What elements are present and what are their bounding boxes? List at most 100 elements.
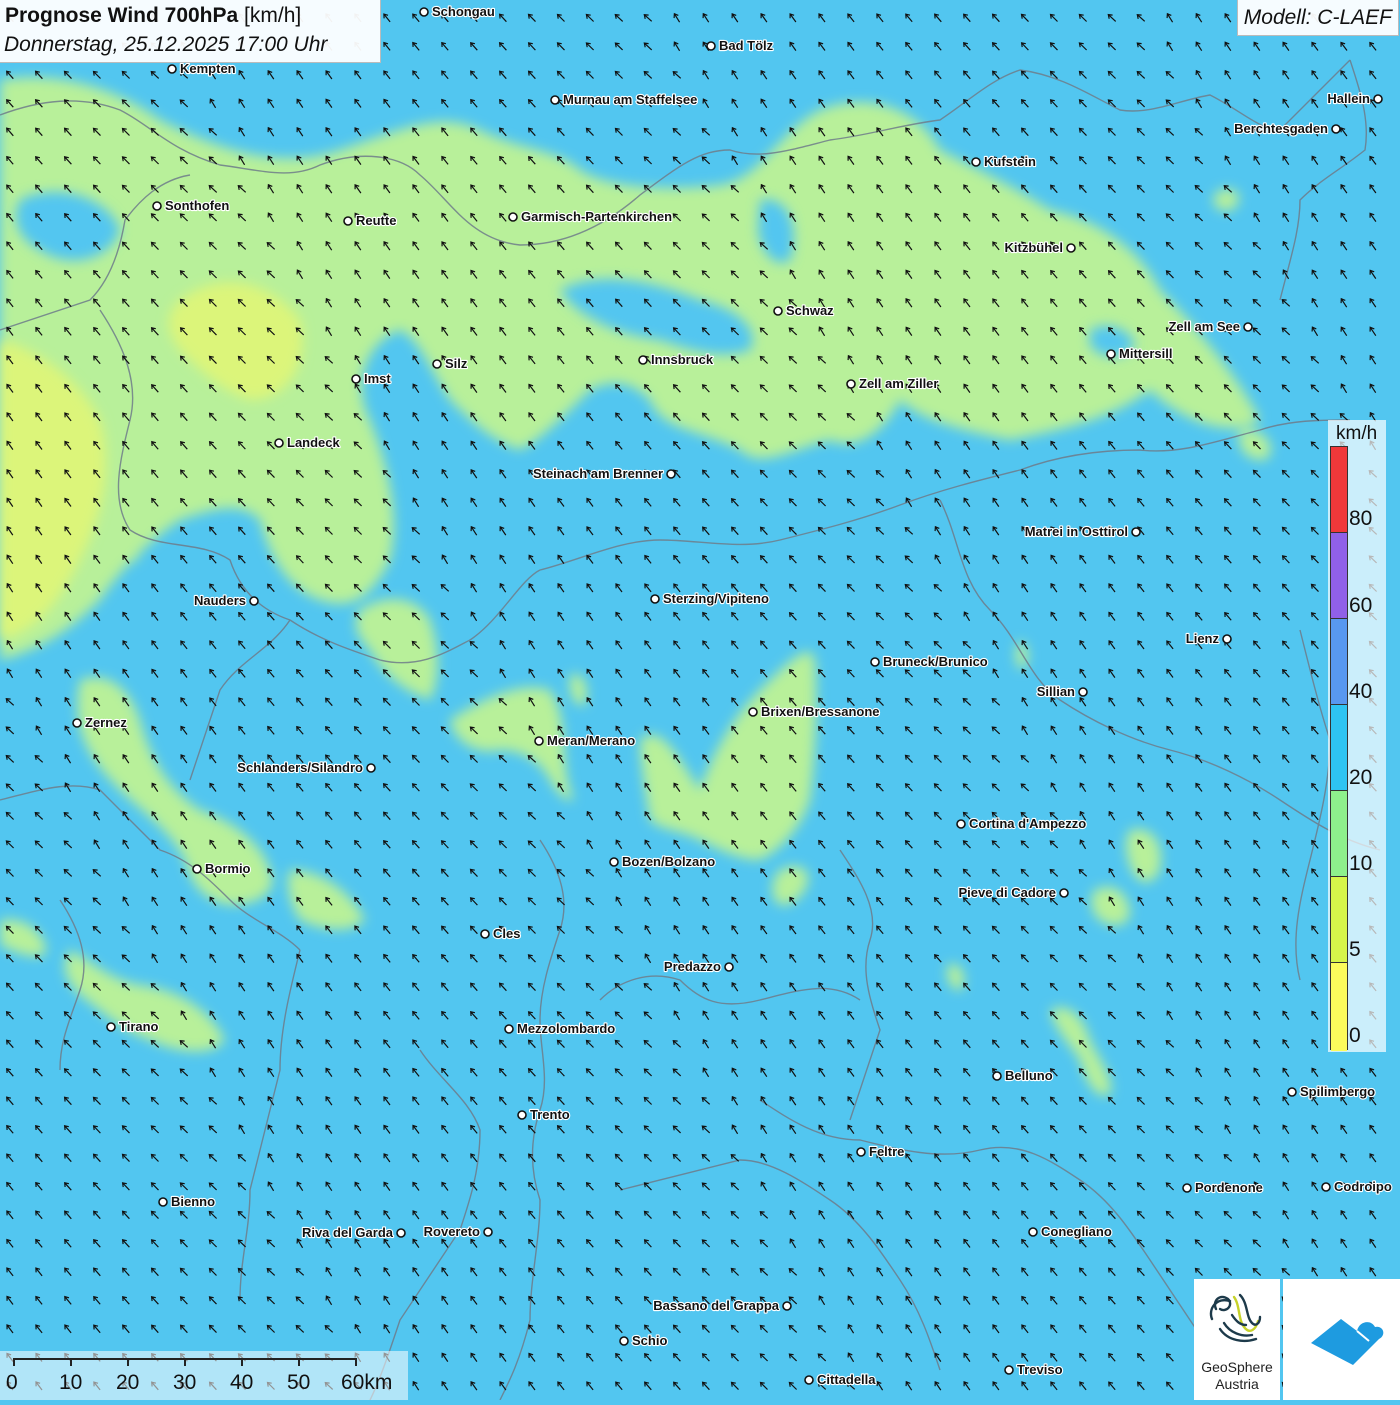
city-name: Cittadella (817, 1372, 876, 1387)
legend-tick-label: 40 (1349, 680, 1373, 703)
city-marker[interactable]: Meran/Merano (534, 732, 636, 749)
city-dot (956, 819, 966, 829)
geosphere-logo[interactable]: GeoSphere Austria (1194, 1279, 1280, 1400)
city-name: Codroipo (1334, 1179, 1392, 1194)
city-dot (351, 374, 361, 384)
city-dot (1004, 1365, 1014, 1375)
city-marker[interactable]: Matrei in Osttirol (1024, 523, 1141, 540)
city-marker[interactable]: Zell am See (1167, 318, 1253, 335)
city-name: Sonthofen (165, 198, 229, 213)
city-dot (638, 355, 648, 365)
legend-swatch (1331, 791, 1347, 877)
city-dot (773, 306, 783, 316)
city-dot (366, 763, 376, 773)
geosphere-text-2: Austria (1215, 1376, 1259, 1392)
city-marker[interactable]: Pieve di Cadore (957, 884, 1069, 901)
legend-swatch (1331, 705, 1347, 791)
city-marker[interactable]: Mezzolombardo (504, 1020, 616, 1037)
city-dot (804, 1375, 814, 1385)
city-dot (72, 718, 82, 728)
city-dot (650, 594, 660, 604)
city-dot (152, 201, 162, 211)
city-marker[interactable]: Schlanders/Silandro (236, 759, 376, 776)
city-dot (517, 1110, 527, 1120)
city-name: Belluno (1005, 1068, 1053, 1083)
city-marker[interactable]: Innsbruck (638, 351, 715, 368)
city-name: Innsbruck (651, 352, 714, 367)
city-dot (856, 1147, 866, 1157)
legend-swatch (1331, 533, 1347, 619)
city-marker[interactable]: Berchtesgaden (1233, 120, 1341, 137)
city-marker[interactable]: Bozen/Bolzano (609, 853, 716, 870)
city-dot (534, 736, 544, 746)
city-marker[interactable]: Murnau am Staffelsee (550, 91, 698, 108)
legend-color-bar (1330, 446, 1348, 1051)
wind-map[interactable]: Schongau Bad Tölz Kempten Murnau am Staffel… (0, 0, 1400, 1400)
city-dot (419, 7, 429, 17)
scale-label: 40 (230, 1371, 254, 1394)
scale-label: 50 (287, 1371, 311, 1394)
city-name: Meran/Merano (547, 733, 635, 748)
city-dot (1028, 1227, 1038, 1237)
city-dot (1321, 1182, 1331, 1192)
city-dot (1222, 634, 1232, 644)
city-dot (249, 596, 259, 606)
city-name: Bozen/Bolzano (622, 854, 715, 869)
city-name: Schongau (432, 4, 495, 19)
city-marker[interactable]: Conegliano (1028, 1223, 1113, 1240)
city-dot (1287, 1087, 1297, 1097)
city-marker[interactable]: Riva del Garda (301, 1224, 406, 1241)
city-dot (167, 64, 177, 74)
city-marker[interactable]: Spilimbergo (1287, 1083, 1376, 1100)
city-marker[interactable]: Garmisch-Partenkirchen (508, 208, 673, 225)
scale-tick (355, 1358, 357, 1366)
city-dot (432, 359, 442, 369)
city-name: Kitzbühel (1005, 240, 1064, 255)
geosphere-emblem-icon (1209, 1293, 1262, 1343)
city-marker[interactable]: Cortina d'Ampezzo (956, 815, 1087, 832)
city-name: Riva del Garda (302, 1225, 394, 1240)
map-title: Prognose Wind 700hPa [km/h] (5, 4, 301, 28)
city-marker[interactable]: Pordenone (1182, 1179, 1264, 1196)
weather-app-logo[interactable] (1283, 1279, 1400, 1400)
city-dot (158, 1197, 168, 1207)
city-name: Trento (530, 1107, 570, 1122)
city-dot (192, 864, 202, 874)
title-unit: [km/h] (244, 4, 302, 27)
city-name: Zernez (85, 715, 127, 730)
scale-tick (70, 1358, 72, 1366)
city-marker[interactable]: Bassano del Grappa (652, 1297, 792, 1314)
city-name: Bienno (171, 1194, 215, 1209)
legend-swatch (1331, 963, 1347, 1051)
scale-label: 60km (341, 1371, 393, 1394)
city-name: Steinach am Brenner (533, 466, 663, 481)
city-marker[interactable]: Schongau (419, 3, 496, 20)
city-name: Schlanders/Silandro (237, 760, 363, 775)
scale-tick (184, 1358, 186, 1366)
city-dot (106, 1022, 116, 1032)
legend-tick-label: 80 (1349, 507, 1373, 530)
city-dot (609, 857, 619, 867)
city-name: Cles (493, 926, 520, 941)
city-marker[interactable]: Sterzing/Vipiteno (650, 590, 770, 607)
city-marker[interactable]: Bruneck/Brunico (870, 653, 989, 670)
city-dot (1331, 124, 1341, 134)
city-name: Zell am Ziller (859, 376, 938, 391)
city-marker[interactable]: Brixen/Bressanone (748, 703, 881, 720)
city-name: Zell am See (1168, 319, 1240, 334)
city-name: Kempten (180, 61, 236, 76)
city-name: Spilimbergo (1300, 1084, 1375, 1099)
city-name: Sillian (1037, 684, 1075, 699)
city-marker[interactable]: Steinach am Brenner (532, 465, 676, 482)
legend-tick-label: 60 (1349, 594, 1373, 617)
city-name: Matrei in Osttirol (1025, 524, 1128, 539)
city-dot (504, 1024, 514, 1034)
scale-label: 0 (6, 1371, 18, 1394)
city-marker[interactable]: Zell am Ziller (846, 375, 940, 392)
city-marker[interactable]: Sonthofen (152, 197, 230, 214)
city-dot (706, 41, 716, 51)
city-dot (343, 216, 353, 226)
city-name: Schio (632, 1333, 667, 1348)
city-name: Tirano (119, 1019, 159, 1034)
city-name: Nauders (194, 593, 246, 608)
